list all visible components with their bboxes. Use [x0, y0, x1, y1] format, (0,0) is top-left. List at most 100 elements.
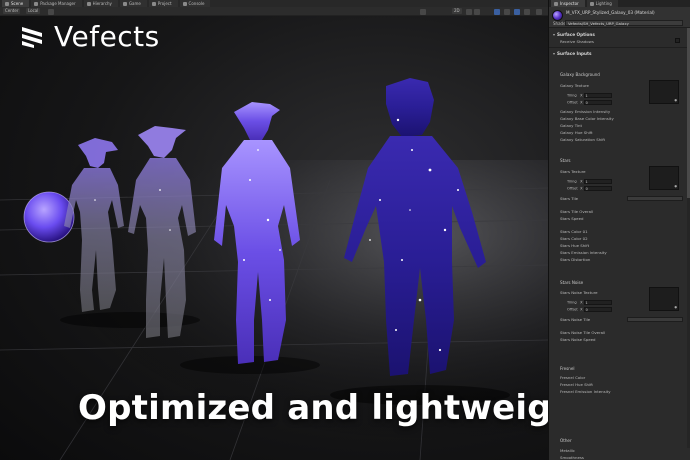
x-label: X: [580, 186, 583, 191]
stars-distortion-label: Stars Distortion: [560, 257, 591, 262]
tab-lighting[interactable]: Lighting: [586, 0, 618, 7]
other-header: Other: [560, 438, 572, 443]
vefects-logo-icon: [22, 26, 42, 48]
info-icon: [554, 1, 558, 6]
stars-noise-header: Stars Noise: [560, 280, 584, 285]
grid-snap-icon[interactable]: [48, 8, 54, 15]
x-label: X: [580, 307, 583, 312]
package-icon: [34, 1, 39, 6]
surface-options-foldout[interactable]: Surface Options: [553, 32, 595, 37]
noise-offset-row: Offset X0: [567, 307, 612, 312]
tiling-label: Tiling: [567, 179, 577, 184]
tab-label: Console: [188, 1, 205, 6]
tab-label: Game: [128, 1, 141, 6]
vefects-logo-text: Vefects: [54, 20, 160, 53]
x-label: X: [580, 93, 583, 98]
stars-tile-field[interactable]: [627, 196, 683, 201]
stars-tile-overall-label: Stars Tile Overall: [560, 209, 594, 214]
galaxy-emission-intensity-label: Galaxy Emission Intensity: [560, 109, 611, 114]
effects-toggle-icon[interactable]: [494, 8, 500, 15]
noise-tiling-x-field[interactable]: 1: [583, 300, 612, 305]
tab-label: Hierarchy: [92, 1, 112, 6]
stars-texture-slot[interactable]: ●: [649, 166, 679, 190]
select-texture-icon: ●: [674, 184, 677, 188]
camera-settings-icon[interactable]: [514, 8, 520, 15]
offset-label: Offset: [567, 186, 578, 191]
stars-header: Stars: [560, 158, 571, 163]
tab-game[interactable]: Game: [119, 0, 147, 7]
stars-color-01-label: Stars Color 01: [560, 229, 588, 234]
pivot-center-dropdown[interactable]: Center: [3, 8, 21, 14]
stars-offset-x-field[interactable]: 0: [583, 186, 612, 191]
divider: [549, 47, 690, 48]
tab-label: Package Manager: [40, 1, 76, 6]
stars-tiling-row: Tiling X1: [567, 179, 612, 184]
receive-shadows-checkbox[interactable]: [675, 38, 680, 43]
stars-tile-label: Stars Tile: [560, 196, 579, 201]
tab-console[interactable]: Console: [179, 0, 211, 7]
galaxy-tiling-x-field[interactable]: 1: [583, 93, 612, 98]
galaxy-base-color-intensity-label: Galaxy Base Color Intensity: [560, 116, 614, 121]
lighting-toggle-icon[interactable]: [466, 8, 472, 15]
scene-toolbar: Center Local 2D: [0, 7, 548, 16]
noise-offset-x-field[interactable]: 0: [583, 307, 612, 312]
fresnel-hue-shift-label: Fresnel Hue Shift: [560, 382, 593, 387]
tab-label: Scene: [11, 1, 24, 6]
stars-noise-tile-field[interactable]: [627, 317, 683, 322]
tiling-label: Tiling: [567, 93, 577, 98]
tab-inspector[interactable]: Inspector: [551, 0, 585, 7]
pivot-local-dropdown[interactable]: Local: [26, 8, 41, 14]
gizmo-icon[interactable]: [524, 8, 530, 15]
inspector-tab-bar: Inspector Lighting: [549, 0, 690, 7]
tab-hierarchy[interactable]: Hierarchy: [83, 0, 118, 7]
receive-shadows-label: Receive Shadows: [560, 39, 594, 44]
offset-label: Offset: [567, 307, 578, 312]
galaxy-tiling-row: Tiling X1: [567, 93, 612, 98]
tab-label: Lighting: [595, 1, 612, 6]
surface-inputs-foldout[interactable]: Surface Inputs: [553, 51, 592, 56]
galaxy-background-header: Galaxy Background: [560, 72, 600, 77]
shading-mode-icon[interactable]: [420, 8, 426, 15]
hidden-objects-icon[interactable]: [504, 8, 510, 15]
galaxy-offset-x-field[interactable]: 0: [583, 100, 612, 105]
stars-noise-texture-label: Stars Noise Texture: [560, 290, 598, 295]
tiling-label: Tiling: [567, 300, 577, 305]
stars-noise-texture-slot[interactable]: ●: [649, 287, 679, 311]
stars-tiling-x-field[interactable]: 1: [583, 179, 612, 184]
select-texture-icon: ●: [674, 98, 677, 102]
select-texture-icon: ●: [674, 305, 677, 309]
offset-label: Offset: [567, 100, 578, 105]
audio-toggle-icon[interactable]: [474, 8, 480, 15]
galaxy-texture-label: Galaxy Texture: [560, 83, 589, 88]
tab-scene[interactable]: Scene: [2, 0, 30, 7]
stars-color-02-label: Stars Color 02: [560, 236, 588, 241]
tab-package-manager[interactable]: Package Manager: [31, 0, 82, 7]
smoothness-label: Smoothness: [560, 455, 584, 460]
galaxy-offset-row: Offset X0: [567, 100, 612, 105]
folder-icon: [151, 1, 156, 6]
game-icon: [122, 1, 127, 6]
mode-2d-toggle[interactable]: 2D: [452, 8, 462, 14]
lightbulb-icon: [589, 1, 594, 6]
fresnel-header: Fresnel: [560, 366, 575, 371]
shader-dropdown[interactable]: Vefects/SH_Vefects_URP_Galaxy: [565, 20, 683, 26]
tab-project[interactable]: Project: [148, 0, 178, 7]
scene-icon: [5, 1, 9, 6]
x-label: X: [580, 100, 583, 105]
material-name: M_VFX_URP_Stylized_Galaxy_03 (Material): [566, 10, 655, 15]
stars-hue-shift-label: Stars Hue Shift: [560, 243, 590, 248]
vefects-logo: Vefects: [20, 20, 160, 53]
stars-noise-tile-label: Stars Noise Tile: [560, 317, 591, 322]
stars-offset-row: Offset X0: [567, 186, 612, 191]
x-label: X: [580, 300, 583, 305]
tab-label: Project: [157, 1, 172, 6]
stars-emission-intensity-label: Stars Emission Intensity: [560, 250, 607, 255]
scene-view-menu-icon[interactable]: [536, 8, 542, 15]
material-header: M_VFX_URP_Stylized_Galaxy_03 (Material) …: [549, 7, 690, 28]
galaxy-texture-slot[interactable]: ●: [649, 80, 679, 104]
console-icon: [182, 1, 187, 6]
fresnel-color-label: Fresnel Color: [560, 375, 586, 380]
stars-speed-label: Stars Speed: [560, 216, 584, 221]
galaxy-saturation-shift-label: Galaxy Saturation Shift: [560, 137, 606, 142]
scene-view[interactable]: Scene Package Manager Hierarchy Game Pro…: [0, 0, 548, 460]
